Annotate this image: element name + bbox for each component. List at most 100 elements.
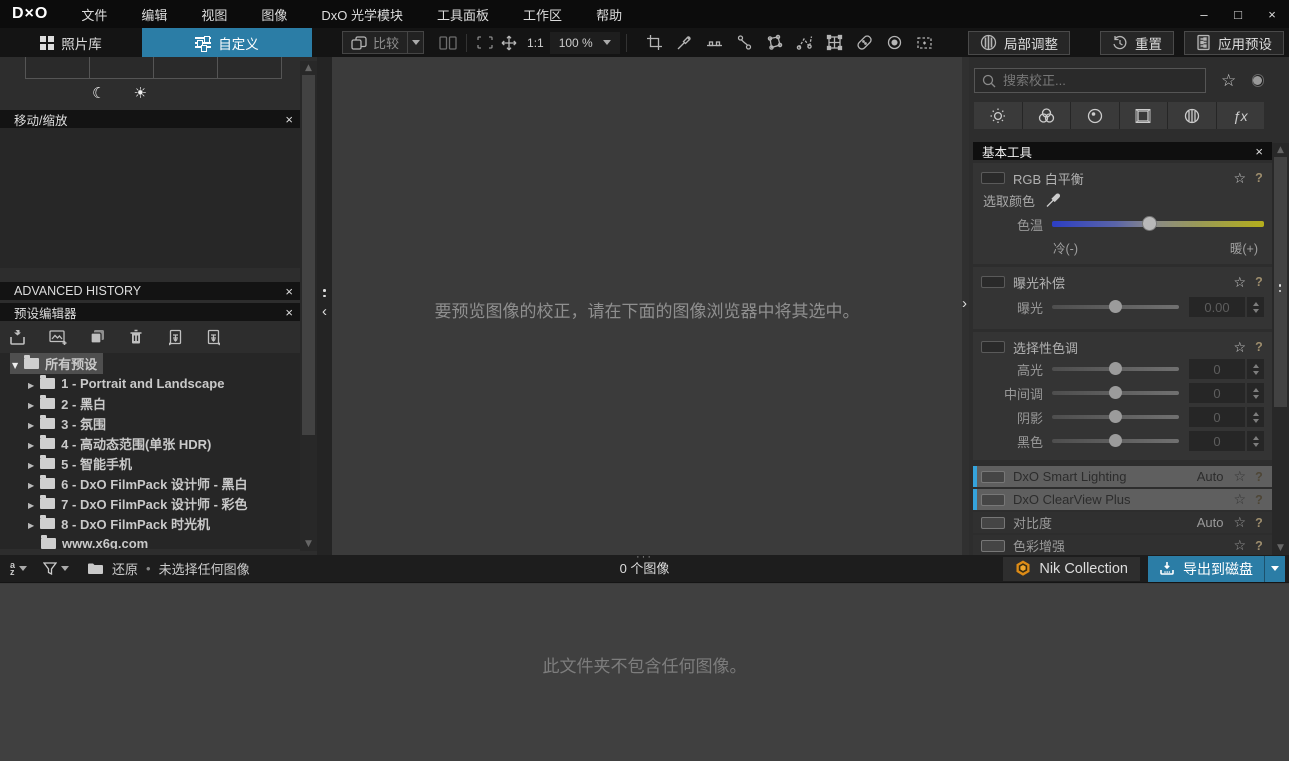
- help-icon[interactable]: ?: [1254, 470, 1264, 484]
- close-icon[interactable]: ×: [285, 284, 293, 299]
- reset-button[interactable]: 重置: [1100, 30, 1174, 55]
- help-icon[interactable]: ?: [1254, 275, 1264, 289]
- slider-handle[interactable]: [1109, 410, 1122, 423]
- category-detail-tab[interactable]: [1071, 102, 1119, 129]
- menu-palettes[interactable]: 工具面板: [420, 5, 506, 24]
- category-color-tab[interactable]: [1022, 102, 1070, 129]
- compare-button[interactable]: 比较: [343, 32, 407, 53]
- search-input[interactable]: [1003, 73, 1173, 88]
- shadow-clipping-moon-icon[interactable]: ☾: [92, 84, 105, 102]
- caret-down-icon[interactable]: [12, 356, 18, 371]
- help-icon[interactable]: ?: [1254, 171, 1264, 185]
- preset-folder-3[interactable]: 3 - 氛围: [0, 413, 302, 433]
- clearview-plus-row[interactable]: DxO ClearView Plus ☆ ?: [973, 489, 1272, 510]
- favorite-star-icon[interactable]: ☆: [1233, 514, 1246, 531]
- favorite-star-icon[interactable]: ☆: [1233, 339, 1246, 356]
- eyedropper-icon[interactable]: [1044, 191, 1062, 209]
- control-polygon-tool-button[interactable]: [763, 31, 787, 55]
- active-corrections-toggle[interactable]: [1252, 74, 1264, 87]
- caret-right-icon[interactable]: [28, 476, 34, 491]
- caret-right-icon[interactable]: [28, 496, 34, 511]
- slider-handle[interactable]: [1141, 216, 1157, 231]
- value-stepper[interactable]: [1247, 383, 1264, 403]
- search-box[interactable]: [974, 68, 1206, 93]
- category-fx-tab[interactable]: ƒx: [1216, 102, 1264, 129]
- help-icon[interactable]: ?: [1254, 340, 1264, 354]
- repair-tool-button[interactable]: [853, 31, 877, 55]
- highlights-slider[interactable]: [1052, 362, 1179, 375]
- favorite-star-icon[interactable]: ☆: [1233, 491, 1246, 508]
- compare-dropdown[interactable]: [407, 32, 423, 53]
- temperature-slider[interactable]: [1052, 216, 1264, 231]
- preset-folder-2[interactable]: 2 - 黑白: [0, 393, 302, 413]
- close-button[interactable]: ×: [1255, 0, 1289, 28]
- export-to-disk-button[interactable]: 导出到磁盘: [1148, 555, 1285, 582]
- highlights-value[interactable]: 0: [1189, 359, 1245, 379]
- white-balance-header[interactable]: RGB 白平衡 ☆ ?: [981, 168, 1264, 188]
- value-stepper[interactable]: [1247, 431, 1264, 451]
- favorite-star-icon[interactable]: ☆: [1233, 468, 1246, 485]
- shadows-value[interactable]: 0: [1189, 407, 1245, 427]
- create-preset-from-image-button[interactable]: [47, 329, 69, 346]
- midtones-slider[interactable]: [1052, 386, 1179, 399]
- preset-folder-1[interactable]: 1 - Portrait and Landscape: [0, 373, 302, 393]
- apply-preset-button[interactable]: 应用预设: [1184, 30, 1284, 55]
- selection-tool-button[interactable]: [913, 31, 937, 55]
- midtones-value[interactable]: 0: [1189, 383, 1245, 403]
- advanced-history-palette-header[interactable]: ADVANCED HISTORY ×: [0, 282, 302, 300]
- zoom-level-dropdown[interactable]: 100 %: [549, 31, 620, 54]
- contrast-row[interactable]: 对比度 Auto ☆ ?: [973, 512, 1272, 533]
- exposure-value[interactable]: 0.00: [1189, 297, 1245, 317]
- exposure-header[interactable]: 曝光补偿 ☆ ?: [981, 272, 1264, 292]
- control-line-tool-button[interactable]: [793, 31, 817, 55]
- color-picker-tool-button[interactable]: [673, 31, 697, 55]
- scroll-up-icon[interactable]: ▲: [1272, 143, 1289, 157]
- save-preset-button[interactable]: [8, 329, 30, 345]
- scrollbar-thumb[interactable]: [302, 75, 315, 435]
- caret-right-icon[interactable]: [28, 436, 34, 451]
- scroll-up-icon[interactable]: ▲: [300, 61, 317, 75]
- zoom-1to1-button[interactable]: 1:1: [527, 36, 544, 50]
- move-zoom-palette-header[interactable]: 移动/缩放 ×: [0, 110, 302, 128]
- help-icon[interactable]: ?: [1254, 493, 1264, 507]
- menu-help[interactable]: 帮助: [579, 5, 639, 24]
- slider-handle[interactable]: [1109, 362, 1122, 375]
- close-icon[interactable]: ×: [285, 305, 293, 320]
- caret-right-icon[interactable]: [28, 376, 34, 391]
- left-panel-scrollbar[interactable]: ▲ ▼: [300, 61, 317, 551]
- caret-right-icon[interactable]: [28, 456, 34, 471]
- crop-tool-button[interactable]: [643, 31, 667, 55]
- scrollbar-thumb[interactable]: [1274, 157, 1287, 407]
- caret-right-icon[interactable]: [28, 396, 34, 411]
- clearview-enable-checkbox[interactable]: [981, 493, 1005, 506]
- export-main[interactable]: 导出到磁盘: [1148, 556, 1264, 582]
- close-icon[interactable]: ×: [1255, 144, 1263, 159]
- fit-screen-button[interactable]: [473, 31, 497, 55]
- favorite-star-icon[interactable]: ☆: [1233, 170, 1246, 187]
- tab-photolibrary[interactable]: 照片库: [0, 28, 142, 57]
- white-balance-enable-checkbox[interactable]: [981, 172, 1005, 184]
- red-eye-tool-button[interactable]: [883, 31, 907, 55]
- slider-handle[interactable]: [1109, 386, 1122, 399]
- export-preset-button[interactable]: [203, 329, 225, 346]
- smart-lighting-row[interactable]: DxO Smart Lighting Auto ☆ ?: [973, 466, 1272, 487]
- preset-folder-9[interactable]: www.x6g.com: [0, 533, 302, 549]
- menu-optics-modules[interactable]: DxO 光学模块: [304, 5, 420, 24]
- menu-edit[interactable]: 编辑: [124, 5, 184, 24]
- left-panel-splitter[interactable]: ‹: [317, 57, 332, 555]
- duplicate-preset-button[interactable]: [86, 329, 108, 345]
- menu-view[interactable]: 视图: [184, 5, 244, 24]
- menu-file[interactable]: 文件: [64, 5, 124, 24]
- scroll-down-icon[interactable]: ▼: [300, 537, 317, 551]
- export-options-dropdown[interactable]: [1264, 555, 1285, 582]
- repair-frame-tool-button[interactable]: [823, 31, 847, 55]
- value-stepper[interactable]: [1247, 297, 1264, 317]
- pan-button[interactable]: [497, 31, 521, 55]
- collapse-left-panel-icon[interactable]: ‹: [322, 303, 327, 320]
- shadows-slider[interactable]: [1052, 410, 1179, 423]
- step-up-icon[interactable]: [1252, 301, 1259, 306]
- category-local-adjustments-tab[interactable]: [1168, 102, 1216, 129]
- contrast-enable-checkbox[interactable]: [981, 516, 1005, 529]
- preset-editor-palette-header[interactable]: 预设编辑器 ×: [0, 303, 302, 321]
- preset-folder-7[interactable]: 7 - DxO FilmPack 设计师 - 彩色: [0, 493, 302, 513]
